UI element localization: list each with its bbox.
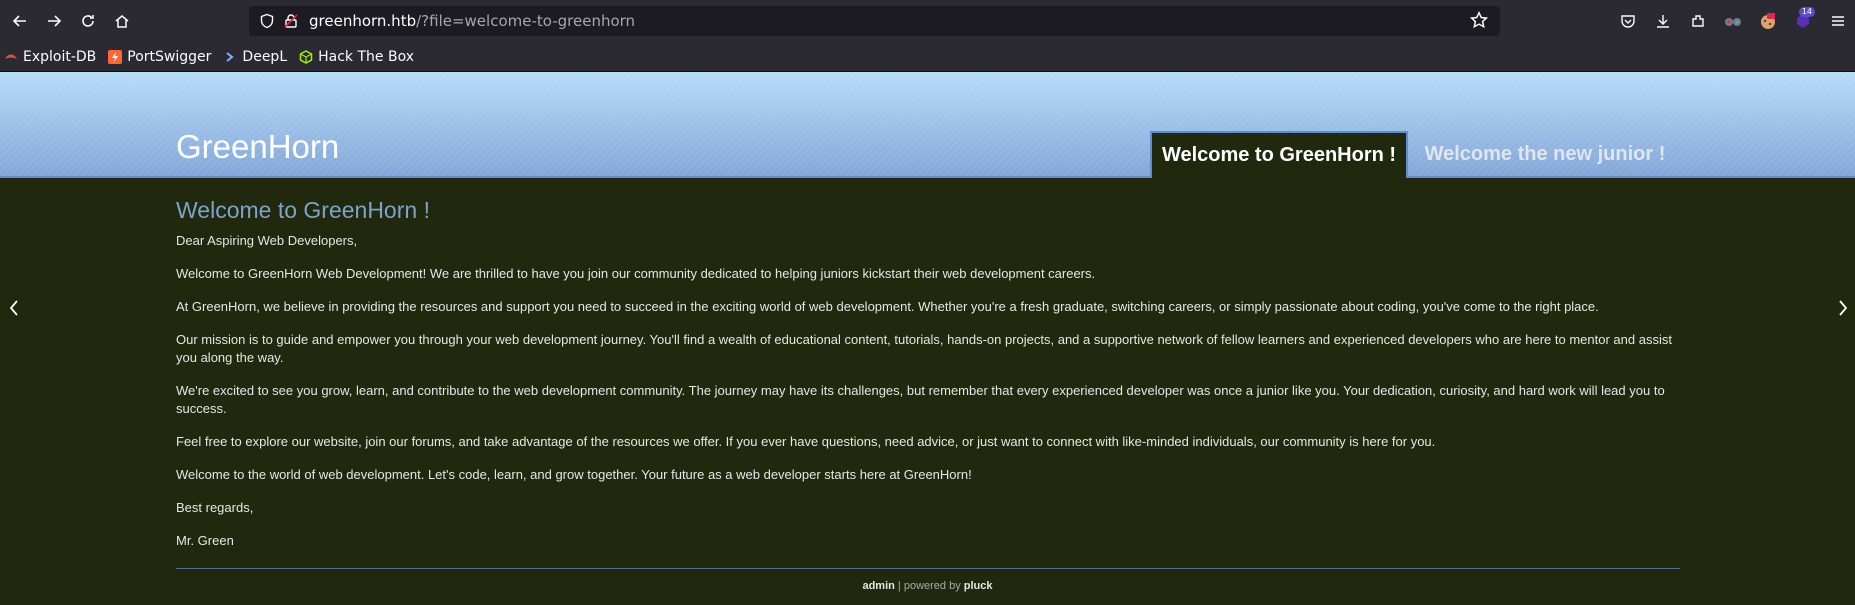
bookmark-deepl[interactable]: DeepL	[223, 49, 287, 65]
tab-welcome-to-greenhorn[interactable]: Welcome to GreenHorn !	[1150, 131, 1408, 178]
forward-button[interactable]	[40, 7, 68, 35]
menu-icon[interactable]	[1820, 0, 1855, 42]
site-header: GreenHorn Welcome to GreenHorn ! Welcome…	[0, 72, 1855, 178]
site-title[interactable]: GreenHorn	[176, 128, 339, 166]
shield-icon[interactable]	[257, 11, 277, 31]
extension-badge: 14	[1798, 7, 1815, 17]
url-host: greenhorn.htb	[309, 12, 417, 30]
article-heading: Welcome to GreenHorn !	[176, 197, 430, 223]
footer-divider	[176, 568, 1680, 569]
foxyproxy-icon[interactable]	[1715, 0, 1750, 42]
pluck-link[interactable]: pluck	[964, 580, 993, 592]
browser-toolbar: greenhorn.htb/?file=welcome-to-greenhorn…	[0, 0, 1855, 42]
portswigger-icon	[108, 49, 123, 64]
bookmark-star-icon[interactable]	[1469, 10, 1489, 33]
paragraph: At GreenHorn, we believe in providing th…	[176, 299, 1599, 314]
chevron-left-icon[interactable]	[7, 298, 21, 318]
paragraph: Best regards,	[176, 500, 254, 515]
home-button[interactable]	[108, 7, 136, 35]
arrow-left-icon	[12, 15, 26, 27]
exploit-db-icon	[4, 50, 18, 64]
footer: admin | powered by pluck	[0, 580, 1855, 592]
signature: Mr. Green	[176, 533, 234, 548]
pocket-icon[interactable]	[1610, 0, 1645, 42]
back-button[interactable]	[6, 7, 34, 35]
lock-insecure-icon[interactable]	[281, 11, 301, 31]
bookmarks-bar: Exploit-DB PortSwigger DeepL Hack The Bo…	[0, 42, 1855, 72]
tab-welcome-the-new-junior[interactable]: Welcome the new junior !	[1410, 131, 1680, 178]
bookmark-label: PortSwigger	[127, 48, 212, 65]
hack-the-box-icon	[299, 49, 313, 64]
paragraph: Dear Aspiring Web Developers,	[176, 233, 358, 248]
paragraph: Welcome to the world of web development.…	[176, 467, 972, 482]
bookmark-portswigger[interactable]: PortSwigger	[108, 49, 211, 65]
web-page: GreenHorn Welcome to GreenHorn ! Welcome…	[0, 72, 1855, 605]
powered-by-text: | powered by	[894, 580, 964, 592]
reload-button[interactable]	[74, 7, 102, 35]
url-path: /?file=welcome-to-greenhorn	[416, 12, 636, 30]
url-text[interactable]: greenhorn.htb/?file=welcome-to-greenhorn	[309, 12, 635, 30]
bookmark-label: DeepL	[242, 48, 288, 65]
chevron-right-icon[interactable]	[1836, 298, 1850, 318]
admin-link[interactable]: admin	[862, 580, 894, 592]
download-icon[interactable]	[1645, 0, 1680, 42]
toolbar-right-icons: 14	[1610, 0, 1855, 42]
arrow-right-icon	[48, 15, 62, 27]
address-bar[interactable]: greenhorn.htb/?file=welcome-to-greenhorn	[249, 6, 1500, 36]
paragraph: Welcome to GreenHorn Web Development! We…	[176, 266, 1096, 281]
cookie-editor-icon[interactable]	[1750, 0, 1785, 42]
wappalyzer-icon[interactable]: 14	[1785, 0, 1820, 42]
article: Welcome to GreenHorn ! Dear Aspiring Web…	[176, 196, 1681, 565]
bookmark-hack-the-box[interactable]: Hack The Box	[299, 49, 414, 65]
deepl-icon	[223, 50, 237, 64]
paragraph: Feel free to explore our website, join o…	[176, 434, 1436, 449]
home-icon	[115, 15, 129, 28]
paragraph: We're excited to see you grow, learn, an…	[176, 383, 1665, 416]
paragraph: Our mission is to guide and empower you …	[176, 332, 1672, 365]
bookmark-exploit-db[interactable]: Exploit-DB	[4, 49, 96, 65]
bookmark-label: Exploit-DB	[23, 48, 97, 65]
bookmark-label: Hack The Box	[318, 48, 414, 65]
reload-icon	[82, 15, 94, 27]
extensions-icon[interactable]	[1680, 0, 1715, 42]
